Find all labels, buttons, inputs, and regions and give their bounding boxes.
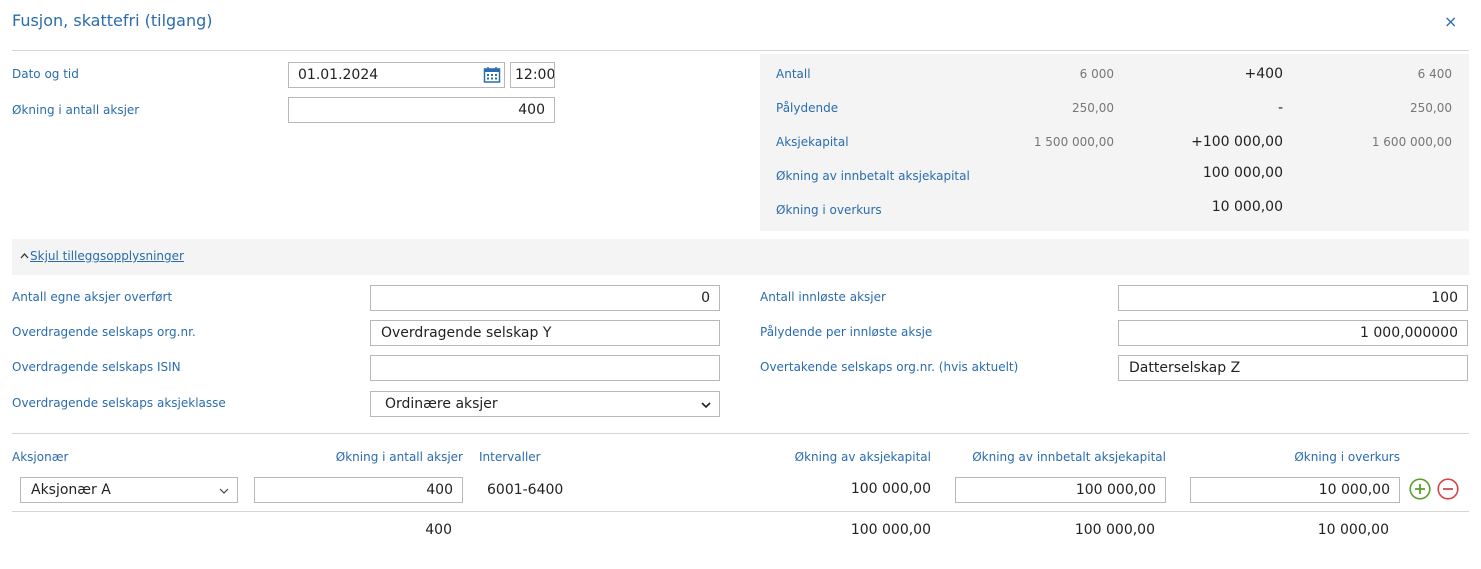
dialog-title: Fusjon, skattefri (tilgang)	[12, 11, 213, 30]
par-per-redeemed-field[interactable]: 1 000,000000	[1118, 320, 1468, 346]
summary-label-aksjekapital: Aksjekapital	[776, 135, 849, 149]
date-value: 01.01.2024	[298, 67, 379, 83]
chevron-up-icon	[20, 253, 29, 259]
col-header-increase: Økning i antall aksjer	[335, 450, 463, 464]
col-header-paid-in: Økning av innbetalt aksjekapital	[972, 450, 1166, 464]
toggle-details-link[interactable]: Skjul tilleggsopplysninger	[20, 249, 184, 263]
acquiring-orgnr-field[interactable]: Datterselskap Z	[1118, 355, 1468, 381]
redeemed-shares-label: Antall innløste aksjer	[760, 290, 886, 304]
summary-change-overkurs: 10 000,00	[1211, 199, 1283, 215]
date-label: Dato og tid	[12, 67, 79, 81]
own-shares-field[interactable]: 0	[370, 285, 720, 311]
total-paid-in: 100 000,00	[1074, 522, 1155, 538]
time-field[interactable]: 12:00	[510, 62, 555, 88]
summary-before-antall: 6 000	[1079, 67, 1114, 81]
summary-after-antall: 6 400	[1417, 67, 1452, 81]
header-divider	[12, 50, 1469, 51]
summary-label-overkurs: Økning i overkurs	[776, 203, 882, 217]
col-header-capital: Økning av aksjekapital	[794, 450, 931, 464]
transferring-orgnr-field[interactable]: Overdragende selskap Y	[370, 320, 720, 346]
row-intervals: 6001-6400	[487, 482, 564, 498]
summary-change-antall: +400	[1244, 66, 1283, 82]
share-class-label: Overdragende selskaps aksjeklasse	[12, 396, 226, 410]
remove-row-icon[interactable]	[1437, 478, 1459, 500]
col-header-shareholder: Aksjonær	[12, 450, 69, 464]
summary-label-innbetalt: Økning av innbetalt aksjekapital	[776, 169, 970, 183]
row-increase-field[interactable]: 400	[254, 477, 463, 503]
row-paid-in-field[interactable]: 100 000,00	[955, 477, 1166, 503]
acquiring-orgnr-label: Overtakende selskaps org.nr. (hvis aktue…	[760, 360, 1019, 374]
row-premium-field[interactable]: 10 000,00	[1190, 477, 1400, 503]
chevron-down-icon	[219, 488, 229, 494]
add-row-icon[interactable]	[1409, 478, 1431, 500]
totals-divider	[12, 511, 1469, 512]
share-class-select[interactable]: Ordinære aksjer	[370, 391, 720, 417]
col-header-premium: Økning i overkurs	[1294, 450, 1400, 464]
summary-change-palydende: -	[1277, 100, 1283, 116]
transferring-orgnr-label: Overdragende selskaps org.nr.	[12, 325, 196, 339]
section-divider	[12, 433, 1469, 434]
toggle-bar: Skjul tilleggsopplysninger	[12, 239, 1469, 275]
par-per-redeemed-label: Pålydende per innløste aksje	[760, 325, 933, 339]
calendar-icon[interactable]	[483, 66, 501, 84]
total-increase: 400	[425, 522, 452, 538]
close-icon[interactable]: ×	[1444, 13, 1457, 31]
row-capital: 100 000,00	[850, 481, 931, 497]
summary-change-innbetalt: 100 000,00	[1202, 165, 1283, 181]
summary-before-aksjekapital: 1 500 000,00	[1033, 135, 1114, 149]
total-premium: 10 000,00	[1317, 522, 1389, 538]
share-class-value: Ordinære aksjer	[385, 396, 498, 412]
transferring-isin-field[interactable]	[370, 355, 720, 381]
summary-after-palydende: 250,00	[1410, 101, 1452, 115]
date-field[interactable]: 01.01.2024	[288, 62, 505, 88]
summary-change-aksjekapital: +100 000,00	[1191, 134, 1283, 150]
summary-label-palydende: Pålydende	[776, 101, 839, 115]
total-capital: 100 000,00	[850, 522, 931, 538]
col-header-intervals: Intervaller	[479, 450, 541, 464]
summary-before-palydende: 250,00	[1072, 101, 1114, 115]
chevron-down-icon	[701, 402, 711, 409]
own-shares-label: Antall egne aksjer overført	[12, 290, 173, 304]
summary-label-antall: Antall	[776, 67, 811, 81]
increase-label: Økning i antall aksjer	[12, 103, 140, 117]
increase-field[interactable]: 400	[288, 97, 555, 123]
transferring-isin-label: Overdragende selskaps ISIN	[12, 360, 181, 374]
shareholder-value: Aksjonær A	[31, 482, 111, 498]
shareholder-select[interactable]: Aksjonær A	[20, 477, 238, 503]
toggle-details-label: Skjul tilleggsopplysninger	[30, 249, 184, 263]
redeemed-shares-field[interactable]: 100	[1118, 285, 1468, 311]
summary-panel: Antall 6 000 +400 6 400 Pålydende 250,00…	[760, 54, 1469, 231]
summary-after-aksjekapital: 1 600 000,00	[1371, 135, 1452, 149]
